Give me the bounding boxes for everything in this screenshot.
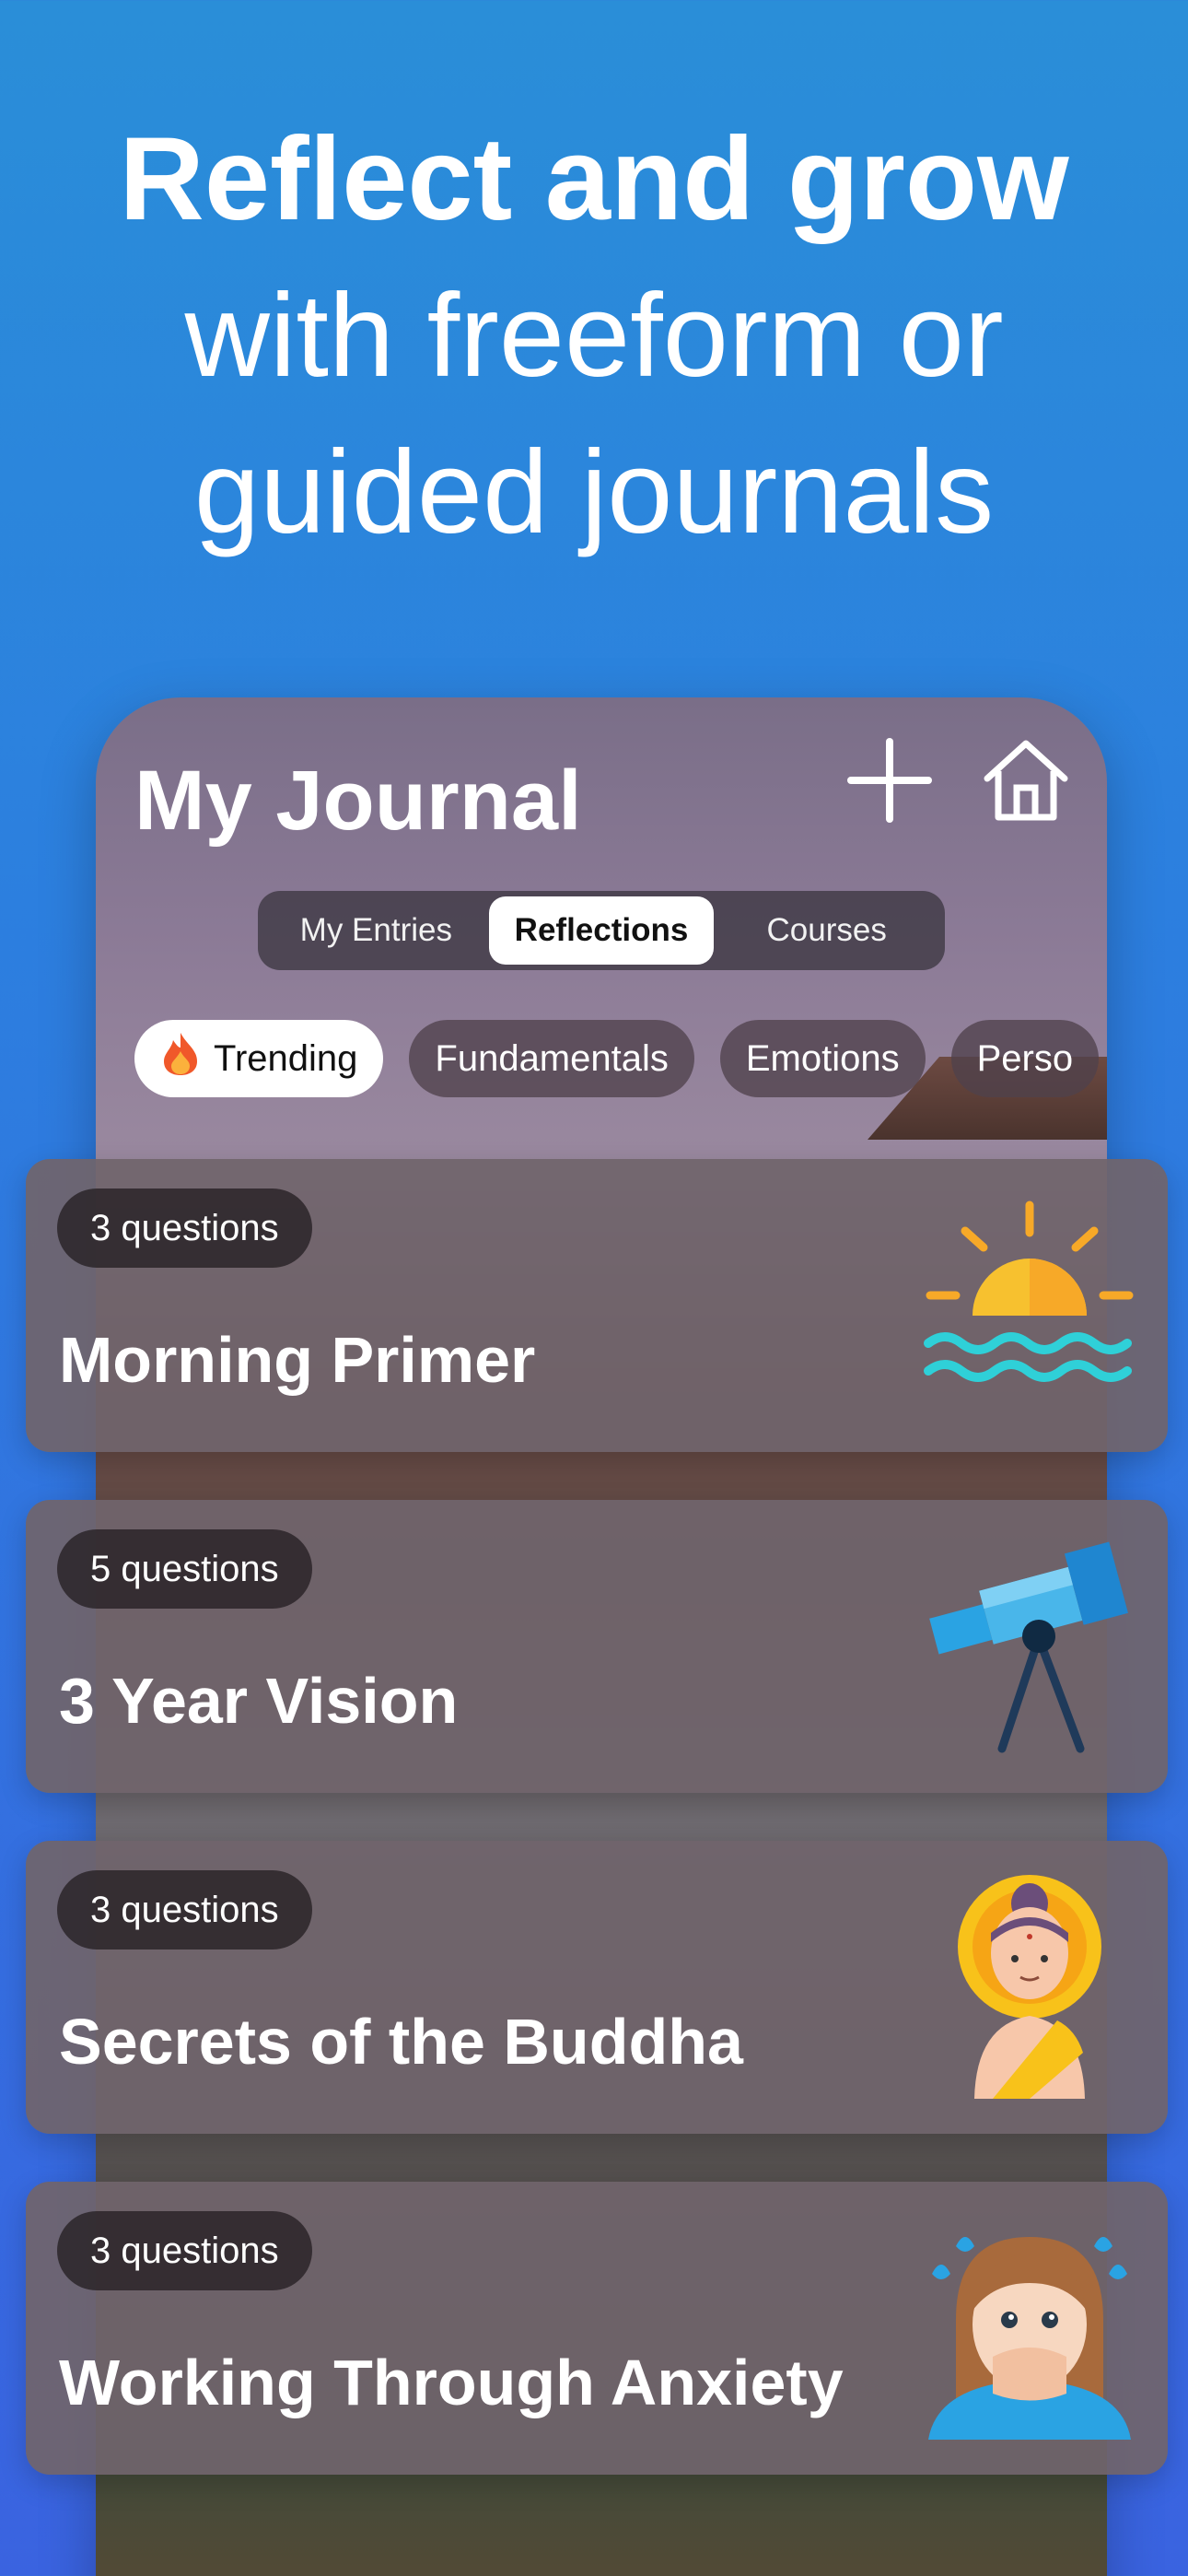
reflection-card[interactable]: 3 questions Working Through Anxiety: [26, 2182, 1168, 2475]
tab-reflections[interactable]: Reflections: [488, 896, 715, 965]
anxious-face-icon: [928, 2237, 1131, 2440]
reflection-card[interactable]: 5 questions 3 Year Vision: [26, 1500, 1168, 1793]
chip-fundamentals[interactable]: Fundamentals: [409, 1020, 694, 1097]
tab-my-entries[interactable]: My Entries: [263, 896, 489, 965]
question-count-badge: 3 questions: [57, 1870, 312, 1950]
card-title: Secrets of the Buddha: [59, 2006, 743, 2078]
chip-trending-label: Trending: [214, 1037, 358, 1079]
card-title: 3 Year Vision: [59, 1665, 459, 1737]
headline-line-1: Reflect and grow: [119, 113, 1069, 245]
card-title: Morning Primer: [59, 1324, 536, 1396]
category-chips: Trending Fundamentals Emotions Perso: [134, 1020, 1107, 1099]
question-count-badge: 5 questions: [57, 1529, 312, 1609]
home-button[interactable]: [978, 732, 1074, 828]
headline-line-2: with freeform or: [184, 270, 1004, 402]
telescope-icon: [929, 1541, 1128, 1753]
sunrise-icon: [924, 1200, 1134, 1382]
journal-segmented-control: My Entries Reflections Courses: [258, 891, 945, 970]
reflection-card[interactable]: 3 questions Secrets of the Buddha: [26, 1841, 1168, 2134]
headline-line-3: guided journals: [193, 427, 995, 558]
add-entry-button[interactable]: [842, 732, 938, 828]
buddha-icon: [958, 1875, 1101, 2099]
reflection-card[interactable]: 3 questions Morning Primer: [26, 1159, 1168, 1452]
chip-emotions[interactable]: Emotions: [719, 1020, 926, 1097]
flame-icon: [160, 1031, 201, 1086]
question-count-badge: 3 questions: [57, 2211, 312, 2290]
plus-icon: [847, 738, 932, 823]
home-icon: [984, 740, 1068, 821]
card-title: Working Through Anxiety: [59, 2347, 844, 2418]
page-title: My Journal: [134, 754, 582, 848]
chip-personal[interactable]: Perso: [950, 1020, 1100, 1097]
question-count-badge: 3 questions: [57, 1188, 312, 1268]
marketing-headline: Reflect and grow with freeform or guided…: [0, 101, 1188, 571]
chip-trending[interactable]: Trending: [134, 1020, 384, 1097]
tab-courses[interactable]: Courses: [714, 896, 939, 965]
